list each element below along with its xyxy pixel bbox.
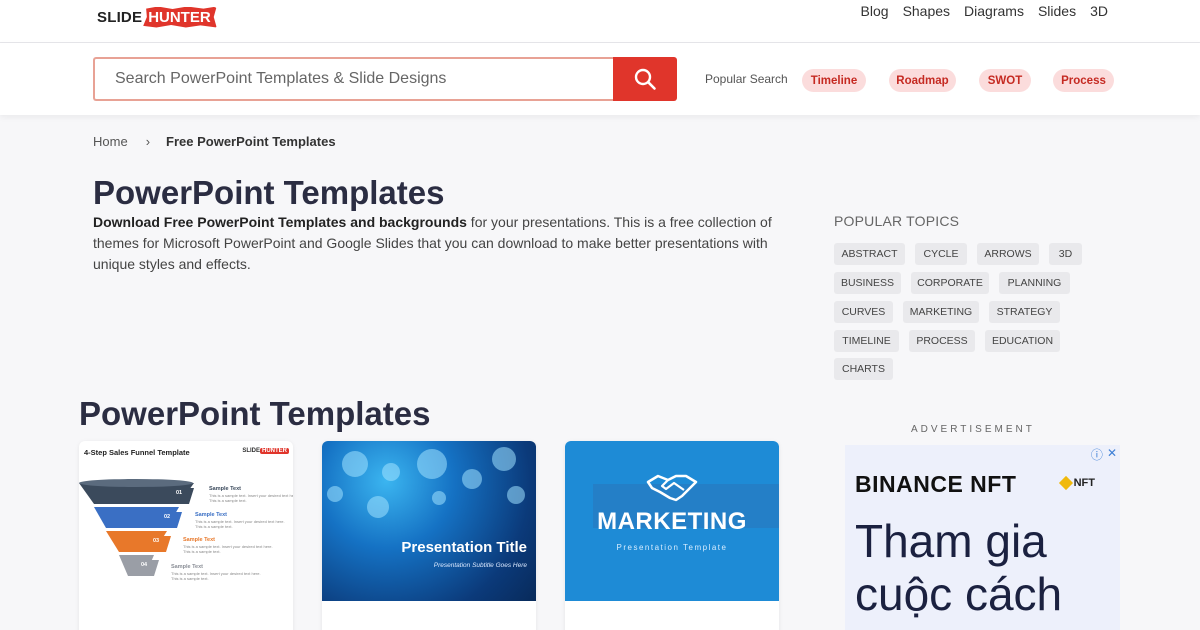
thumbnail-title: MARKETING (597, 508, 747, 535)
page-intro-bold: Download Free PowerPoint Templates and b… (93, 214, 467, 230)
close-icon[interactable]: ✕ (1107, 446, 1117, 463)
popular-chip-roadmap[interactable]: Roadmap (889, 69, 956, 92)
template-card-marketing[interactable]: MARKETING Presentation Template (565, 441, 779, 630)
topic-tag-curves[interactable]: CURVES (834, 301, 893, 323)
bokeh-light (327, 486, 343, 502)
topic-tag-planning[interactable]: PLANNING (999, 272, 1070, 294)
funnel-step-label: Sample Text (183, 537, 215, 543)
funnel-step-text: This is a sample text. Insert your desir… (183, 544, 273, 554)
topic-tag-cycle[interactable]: CYCLE (915, 243, 967, 265)
breadcrumb-current: Free PowerPoint Templates (166, 134, 336, 149)
funnel-step-text: This is a sample text. Insert your desir… (171, 571, 261, 581)
page-title: PowerPoint Templates (93, 174, 445, 211)
nav-link-blog[interactable]: Blog (861, 3, 889, 19)
funnel-badge-2 (159, 512, 182, 528)
page-intro: Download Free PowerPoint Templates and b… (93, 212, 793, 275)
funnel-step-text: This is a sample text. Insert your desir… (209, 493, 293, 503)
funnel-badge-3 (148, 536, 171, 552)
main-nav: Blog Shapes Diagrams Slides 3D (861, 3, 1108, 19)
ad-body-line: Tham gia (855, 515, 1047, 567)
site-logo[interactable]: SLIDE HUNTER (97, 4, 217, 30)
funnel-step-num: 04 (141, 562, 148, 568)
search-band: Popular Search Timeline Roadmap SWOT Pro… (0, 43, 1200, 115)
search-box (93, 57, 613, 101)
info-icon[interactable]: ⓘ (1091, 446, 1103, 463)
thumbnail-subtitle: Presentation Template (616, 543, 728, 552)
nav-link-3d[interactable]: 3D (1090, 3, 1108, 19)
section-title: PowerPoint Templates (79, 395, 431, 432)
topic-tag-arrows[interactable]: ARROWS (977, 243, 1039, 265)
ad-body: Tham gia cuộc cách (855, 515, 1062, 621)
breadcrumb-home[interactable]: Home (93, 134, 128, 149)
funnel-step-label: Sample Text (195, 512, 227, 518)
topic-tag-corporate[interactable]: CORPORATE (911, 272, 989, 294)
bokeh-light (342, 451, 368, 477)
nav-link-slides[interactable]: Slides (1038, 3, 1076, 19)
breadcrumb: Home › Free PowerPoint Templates (93, 134, 336, 149)
thumbnail-subtitle: Presentation Subtitle Goes Here (433, 562, 527, 569)
bokeh-light (367, 496, 389, 518)
chevron-right-icon: › (145, 134, 151, 149)
topic-tag-education[interactable]: EDUCATION (985, 330, 1060, 352)
template-card-bokeh[interactable]: Presentation Title Presentation Subtitle… (322, 441, 536, 630)
topic-tag-3d[interactable]: 3D (1049, 243, 1082, 265)
funnel-step-num: 01 (176, 490, 183, 496)
popular-topics-title: POPULAR TOPICS (834, 213, 960, 229)
ad-body-line: cuộc cách (855, 568, 1063, 620)
advertisement-label: ADVERTISEMENT (911, 424, 1035, 435)
topic-tag-charts[interactable]: CHARTS (834, 358, 893, 380)
binance-logo-icon (1058, 475, 1073, 491)
logo-part-hunter: HUNTER (143, 6, 217, 28)
nav-link-shapes[interactable]: Shapes (903, 3, 950, 19)
funnel-top-rim (79, 479, 193, 487)
topic-tag-timeline[interactable]: TIMELINE (834, 330, 899, 352)
funnel-step-num: 02 (164, 514, 171, 520)
ad-badge: NFT (1058, 475, 1095, 491)
funnel-badge-4 (136, 560, 159, 576)
bokeh-light (462, 469, 482, 489)
search-input[interactable] (95, 59, 613, 99)
bokeh-light (492, 447, 516, 471)
funnel-step-label: Sample Text (171, 564, 203, 570)
popular-chip-swot[interactable]: SWOT (979, 69, 1031, 92)
topic-tag-process[interactable]: PROCESS (909, 330, 975, 352)
template-card-sales-funnel[interactable]: 4-Step Sales Funnel Template SLIDE HUNTER… (79, 441, 293, 630)
topic-tag-marketing[interactable]: MARKETING (903, 301, 979, 323)
popular-chip-timeline[interactable]: Timeline (802, 69, 866, 92)
logo-part-slide: SLIDE (97, 8, 143, 26)
template-thumbnail: 4-Step Sales Funnel Template SLIDE HUNTER… (79, 441, 293, 601)
funnel-step-label: Sample Text (209, 486, 241, 492)
topic-tag-strategy[interactable]: STRATEGY (989, 301, 1060, 323)
topic-tag-abstract[interactable]: ABSTRACT (834, 243, 905, 265)
nav-link-diagrams[interactable]: Diagrams (964, 3, 1024, 19)
bokeh-light (507, 486, 525, 504)
funnel-badge-1 (171, 488, 194, 504)
ad-brand: BINANCE NFT (855, 471, 1017, 497)
advertisement-banner[interactable]: ⓘ ✕ BINANCE NFT NFT Tham gia cuộc cách (845, 445, 1120, 630)
popular-search-label: Popular Search (705, 72, 788, 86)
bokeh-light (382, 463, 400, 481)
search-button[interactable] (613, 57, 677, 101)
topic-tag-business[interactable]: BUSINESS (834, 272, 901, 294)
funnel-step-text: This is a sample text. Insert your desir… (195, 519, 285, 529)
handshake-icon (646, 474, 698, 502)
thumbnail-title: Presentation Title (401, 539, 527, 556)
top-navbar: SLIDE HUNTER Blog Shapes Diagrams Slides… (0, 0, 1200, 43)
ad-controls: ⓘ ✕ (1091, 446, 1117, 463)
template-thumbnail: Presentation Title Presentation Subtitle… (322, 441, 536, 601)
ad-badge-text: NFT (1073, 477, 1095, 489)
popular-chip-process[interactable]: Process (1053, 69, 1114, 92)
funnel-step-num: 03 (153, 538, 160, 544)
template-thumbnail: MARKETING Presentation Template (565, 441, 779, 601)
bokeh-light (417, 449, 447, 479)
search-icon (634, 68, 656, 90)
bokeh-light (432, 491, 446, 505)
